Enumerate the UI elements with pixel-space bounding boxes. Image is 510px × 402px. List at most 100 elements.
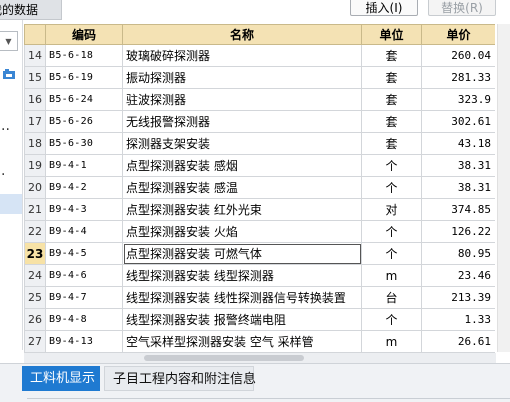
tree-node-ellipsis[interactable]: .. [1,119,10,133]
name-cell[interactable]: 线型探测器安装 报警终端电阻 [122,308,362,331]
price-cell[interactable]: 374.85 [421,198,495,221]
price-cell[interactable]: 26.61 [421,330,495,353]
name-cell[interactable]: 线型探测器安装 线性探测器信号转换装置 [122,286,362,309]
quota-selection-panel: 我的数据 插入(I) 替换(R) ▼ .. . 编码 名称 单位 单价 [0,0,510,402]
unit-cell[interactable]: 套 [361,88,422,111]
bottom-tab-bar: 工料机显示 子目工程内容和附注信息 [0,363,510,402]
price-cell[interactable]: 126.22 [421,220,495,243]
code-cell[interactable]: B5-6-30 [45,132,123,155]
name-cell[interactable]: 空气采样型探测器安装 空气 采样管 [122,330,362,353]
row-number: 17 [24,110,46,133]
price-cell[interactable]: 323.9 [421,88,495,111]
unit-cell[interactable]: 个 [361,242,422,265]
replace-button[interactable]: 替换(R) [428,0,496,16]
unit-cell[interactable]: 个 [361,220,422,243]
code-cell[interactable]: B9-4-6 [45,264,123,287]
name-cell[interactable]: 线型探测器安装 线型探测器 [122,264,362,287]
code-cell[interactable]: B9-4-3 [45,198,123,221]
row-number: 27 [24,330,46,353]
grid-header-row: 编码 名称 单位 单价 [24,24,495,45]
name-cell[interactable]: 探测器支架安装 [122,132,362,155]
name-cell[interactable]: 点型探测器安装 感烟 [122,154,362,177]
row-number: 22 [24,220,46,243]
table-row[interactable]: 19 B9-4-1 点型探测器安装 感烟个 38.31 [24,154,495,177]
price-cell[interactable]: 23.46 [421,264,495,287]
code-cell[interactable]: B5-6-26 [45,110,123,133]
my-data-tab-label: 我的数据 [0,3,39,17]
unit-cell[interactable]: m [361,264,422,287]
name-cell[interactable]: 点型探测器安装 红外光束 [122,198,362,221]
code-cell[interactable]: B9-4-4 [45,220,123,243]
horizontal-scrollbar-thumb[interactable] [144,355,304,361]
table-row[interactable]: 16 B5-6-24 驻波探测器套 323.9 [24,88,495,111]
name-cell[interactable]: 点型探测器安装 感温 [122,176,362,199]
price-cell[interactable]: 302.61 [421,110,495,133]
price-cell[interactable]: 260.04 [421,44,495,67]
unit-cell[interactable]: 台 [361,286,422,309]
name-cell-selected[interactable]: 点型探测器安装 可燃气体 [122,242,362,265]
tab-item-content-notes[interactable]: 子目工程内容和附注信息 [104,366,256,391]
row-number-current: 23 [24,242,46,265]
row-number: 16 [24,88,46,111]
name-cell[interactable]: 玻璃破碎探测器 [122,44,362,67]
code-cell[interactable]: B9-4-1 [45,154,123,177]
table-row[interactable]: 21 B9-4-3 点型探测器安装 红外光束对 374.85 [24,198,495,221]
column-header-unit[interactable]: 单位 [361,24,422,45]
table-row[interactable]: 17 B5-6-26 无线报警探测器套 302.61 [24,110,495,133]
table-row[interactable]: 24 B9-4-6 线型探测器安装 线型探测器 m 23.46 [24,264,495,287]
tree-node-marker[interactable]: . [1,164,5,178]
unit-cell[interactable]: 个 [361,308,422,331]
unit-cell[interactable]: 套 [361,132,422,155]
code-cell[interactable]: B5-6-18 [45,44,123,67]
my-data-tab[interactable]: 我的数据 [0,0,62,20]
unit-cell[interactable]: m [361,330,422,353]
horizontal-scrollbar[interactable] [24,353,496,363]
unit-cell[interactable]: 套 [361,66,422,89]
tab-divider-line [27,398,510,399]
price-cell[interactable]: 80.95 [421,242,495,265]
unit-cell[interactable]: 对 [361,198,422,221]
name-cell[interactable]: 驻波探测器 [122,88,362,111]
column-header-code[interactable]: 编码 [45,24,123,45]
table-row-current[interactable]: 23 B9-4-5 点型探测器安装 可燃气体个 80.95 [24,242,495,265]
price-cell[interactable]: 1.33 [421,308,495,331]
price-cell[interactable]: 43.18 [421,132,495,155]
table-row[interactable]: 27 B9-4-13 空气采样型探测器安装 空气 采样管 m 26.61 [24,330,495,353]
row-number: 15 [24,66,46,89]
code-cell[interactable]: B5-6-19 [45,66,123,89]
code-cell[interactable]: B9-4-7 [45,286,123,309]
table-row[interactable]: 20 B9-4-2 点型探测器安装 感温个 38.31 [24,176,495,199]
table-row[interactable]: 25 B9-4-7 线型探测器安装 线性探测器信号转换装置台 213.39 [24,286,495,309]
unit-cell[interactable]: 个 [361,176,422,199]
table-row[interactable]: 18 B5-6-30 探测器支架安装套 43.18 [24,132,495,155]
unit-cell[interactable]: 套 [361,44,422,67]
price-cell[interactable]: 281.33 [421,66,495,89]
code-cell[interactable]: B9-4-2 [45,176,123,199]
insert-button[interactable]: 插入(I) [350,0,418,16]
code-cell[interactable]: B9-4-8 [45,308,123,331]
tab-material-machine[interactable]: 工料机显示 [22,366,100,391]
table-row[interactable]: 26 B9-4-8 线型探测器安装 报警终端电阻个 1.33 [24,308,495,331]
row-number: 19 [24,154,46,177]
price-cell[interactable]: 213.39 [421,286,495,309]
name-cell[interactable]: 无线报警探测器 [122,110,362,133]
price-cell[interactable]: 38.31 [421,176,495,199]
tree-selected-node[interactable] [0,194,22,214]
library-tree-icon[interactable] [2,68,16,80]
table-row[interactable]: 14 B5-6-18 玻璃破碎探测器套 260.04 [24,44,495,67]
price-cell[interactable]: 38.31 [421,154,495,177]
code-cell[interactable]: B9-4-5 [45,242,123,265]
column-header-price[interactable]: 单价 [421,24,495,45]
code-cell[interactable]: B5-6-24 [45,88,123,111]
unit-cell[interactable]: 套 [361,110,422,133]
table-row[interactable]: 22 B9-4-4 点型探测器安装 火焰个 126.22 [24,220,495,243]
chevron-down-icon[interactable]: ▼ [0,31,18,51]
table-row[interactable]: 15 B5-6-19 振动探测器套 281.33 [24,66,495,89]
unit-cell[interactable]: 个 [361,154,422,177]
name-cell[interactable]: 点型探测器安装 火焰 [122,220,362,243]
code-cell[interactable]: B9-4-13 [45,330,123,353]
row-number: 18 [24,132,46,155]
column-header-name[interactable]: 名称 [122,24,362,45]
name-cell[interactable]: 振动探测器 [122,66,362,89]
vertical-scrollbar[interactable] [497,24,510,352]
